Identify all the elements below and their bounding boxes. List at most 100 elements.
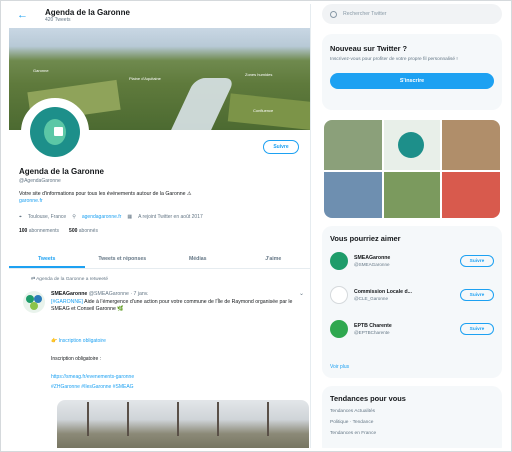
banner-label: Garonne — [33, 68, 49, 73]
suggestion-handle: @SMEAGaronne — [354, 262, 390, 267]
tab-media[interactable]: Médias — [160, 249, 236, 268]
profile-meta: ⌖ Toulouse, France ⚲ agendagaronne.fr ▦ … — [19, 214, 203, 220]
tweet-hashtags[interactable]: #ZHGaronne #IlesGaronne #SMEAG — [51, 384, 134, 390]
profile-avatar[interactable] — [21, 98, 89, 166]
profile-name: Agenda de la Garonne — [19, 167, 104, 176]
tree-trunk — [127, 402, 129, 436]
follow-suggestion[interactable]: Commission Locale d... @CLE_Garonne Suiv… — [330, 286, 494, 304]
signup-card: Nouveau sur Twitter ? Inscrivez-vous pou… — [322, 34, 502, 110]
profile-joined: A rejoint Twitter en août 2017 — [138, 214, 203, 220]
bio-link[interactable]: garonne.fr — [19, 198, 43, 204]
tweet-url[interactable]: https://smeag.fr/evenements-garonne — [51, 374, 134, 380]
sidebar-column: Rechercher Twitter Nouveau sur Twitter ?… — [322, 4, 502, 448]
tree-trunk — [217, 402, 219, 436]
tab-replies[interactable]: Tweets et réponses — [85, 249, 161, 268]
tab-likes[interactable]: J'aime — [236, 249, 311, 268]
suggestion-avatar[interactable] — [330, 252, 348, 270]
gallery-photo[interactable] — [324, 172, 382, 218]
trend-item[interactable]: Politique · Tendance — [330, 420, 494, 425]
profile-bio: Votre site d'informations pour tous les … — [19, 191, 299, 205]
follow-suggestion[interactable]: EPTB Charente @EPTBCharente Suivre — [330, 320, 494, 338]
tweet-author[interactable]: SMEAGaronne — [51, 291, 87, 297]
tweet-handle: @SMEAGaronne · 7 janv. — [88, 291, 149, 297]
retweet-indicator: ⇄ Agenda de la Garonne a retweeté — [31, 277, 108, 282]
profile-handle: @AgendaGaronne — [19, 178, 61, 184]
follow-button[interactable]: Suivre — [460, 255, 494, 267]
profile-column: ← Agenda de la Garonne 420 Tweets Garonn… — [9, 4, 311, 448]
trends-card: Tendances pour vous Tendances Actualités… — [322, 386, 502, 448]
suggestion-text: Commission Locale d... @CLE_Garonne — [354, 289, 460, 301]
header-name: Agenda de la Garonne — [45, 7, 130, 17]
gallery-logo — [398, 132, 424, 158]
tweet-link-text: Inscription obligatoire — [58, 338, 106, 344]
tab-tweets[interactable]: Tweets — [9, 249, 85, 268]
signup-title: Nouveau sur Twitter ? — [330, 44, 408, 53]
trend-item[interactable]: Tendances en France — [330, 431, 494, 436]
tweet-avatar[interactable] — [23, 291, 45, 313]
profile-counts: 100 abonnements 500 abonnés — [19, 228, 98, 234]
follow-button[interactable]: Suivre — [460, 289, 494, 301]
tree-trunk — [177, 402, 179, 436]
arrow-left-icon[interactable]: ← — [17, 9, 31, 21]
followers-number: 500 — [69, 228, 78, 234]
following-number: 100 — [19, 228, 28, 234]
gallery-photo[interactable] — [442, 172, 500, 218]
media-gallery[interactable] — [324, 120, 500, 218]
more-icon[interactable]: ⌄ — [299, 290, 304, 297]
banner-label: Plaine d'Aquitaine — [129, 76, 161, 81]
location-icon: ⌖ — [19, 214, 22, 220]
banner-label: Confluence — [253, 108, 274, 113]
avatar-logo — [30, 107, 80, 157]
tweet-hashtag[interactable]: [#GARONNE] — [51, 299, 83, 305]
following-label: abonnements — [28, 228, 60, 234]
warning-icon: ⚠ — [186, 191, 192, 197]
header-tweet-count: 420 Tweets — [45, 16, 71, 23]
follow-suggestion[interactable]: SMEAGaronne @SMEAGaronne Suivre — [330, 252, 494, 270]
tweet-text: Aide à l'émergence d'une action pour vot… — [51, 299, 293, 312]
followers-count[interactable]: 500 abonnés — [69, 228, 98, 234]
suggestion-avatar[interactable] — [330, 320, 348, 338]
bio-text: Votre site d'informations pour tous les … — [19, 191, 186, 197]
follow-button[interactable]: Suivre — [263, 140, 299, 154]
gallery-photo[interactable] — [324, 120, 382, 170]
trends-title: Tendances pour vous — [330, 394, 406, 403]
calendar-icon — [54, 127, 63, 136]
show-more-link[interactable]: Voir plus — [330, 364, 349, 370]
suggestion-name[interactable]: Commission Locale d... — [354, 289, 460, 295]
search-placeholder: Rechercher Twitter — [343, 11, 387, 17]
tree-trunk — [267, 402, 269, 436]
suggestion-text: SMEAGaronne @SMEAGaronne — [354, 255, 460, 267]
gallery-photo[interactable] — [384, 172, 440, 218]
emoji-icon: 🌿 — [117, 306, 124, 312]
retweet-text: Agenda de la Garonne a retweeté — [36, 277, 109, 282]
avatar-dot — [30, 302, 38, 310]
suggestion-name[interactable]: SMEAGaronne — [354, 255, 460, 261]
tweet-image[interactable] — [57, 400, 309, 448]
header-title: Agenda de la Garonne 420 Tweets — [45, 8, 130, 23]
banner-label: Zones humides — [245, 72, 273, 77]
tweet-link[interactable]: 👉 Inscription obligatoire — [51, 338, 106, 344]
following-count[interactable]: 100 abonnements — [19, 228, 59, 234]
profile-website[interactable]: agendagaronne.fr — [82, 214, 121, 220]
trend-item[interactable]: Tendances Actualités — [330, 409, 494, 414]
banner-river — [162, 78, 236, 130]
who-to-follow-title: Vous pourriez aimer — [330, 234, 401, 243]
suggestion-handle: @CLE_Garonne — [354, 296, 389, 301]
profile-tabs: Tweets Tweets et réponses Médias J'aime — [9, 249, 311, 269]
tree-trunk — [87, 402, 89, 436]
suggestion-avatar[interactable] — [330, 286, 348, 304]
gallery-photo[interactable] — [384, 120, 440, 170]
who-to-follow-card: Vous pourriez aimer SMEAGaronne @SMEAGar… — [322, 226, 502, 378]
gallery-photo[interactable] — [442, 120, 500, 170]
tweet-line: Inscription obligatoire : — [51, 356, 102, 362]
signup-button[interactable]: S'inscrire — [330, 73, 494, 89]
signup-text: Inscrivez-vous pour profiter de votre pr… — [330, 57, 458, 62]
tweet-header: SMEAGaronne @SMEAGaronne · 7 janv. — [51, 291, 148, 297]
follow-button[interactable]: Suivre — [460, 323, 494, 335]
profile-header: ← Agenda de la Garonne 420 Tweets — [9, 4, 310, 26]
link-icon: ⚲ — [72, 214, 76, 220]
profile-location: Toulouse, France — [27, 214, 67, 220]
search-input[interactable]: Rechercher Twitter — [322, 4, 502, 24]
suggestion-name[interactable]: EPTB Charente — [354, 323, 460, 329]
suggestion-text: EPTB Charente @EPTBCharente — [354, 323, 460, 335]
